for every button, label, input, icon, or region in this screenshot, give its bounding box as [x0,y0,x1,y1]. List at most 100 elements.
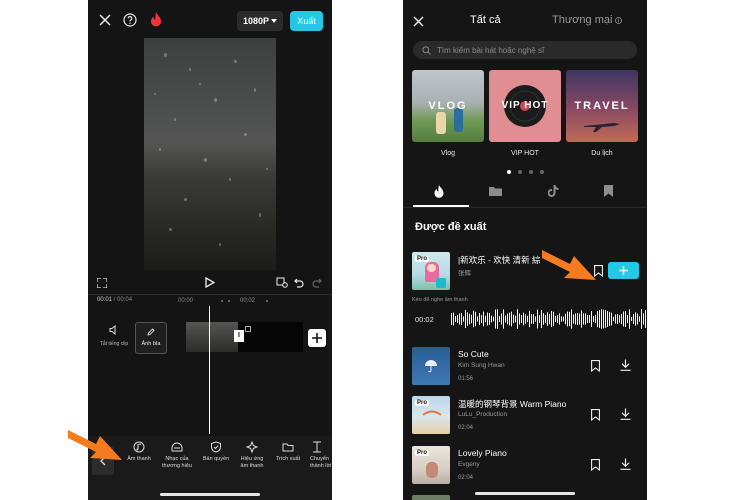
carousel-dot[interactable] [518,170,522,174]
tab-folder[interactable] [489,186,502,196]
waveform-bar [587,314,588,324]
audio-waveform[interactable] [451,305,647,333]
close-icon[interactable] [413,16,424,27]
waveform-bar [599,310,600,328]
waveform-bar [535,316,536,322]
export-button[interactable]: Xuất [290,11,323,31]
search-bar[interactable]: Tìm kiếm bài hát hoặc nghệ sĩ [413,41,637,59]
flame-icon[interactable] [150,12,162,27]
download-button[interactable] [620,359,631,371]
waveform-bar [591,311,592,327]
favorite-button[interactable] [591,360,600,372]
add-to-project-button[interactable] [608,262,639,279]
tool-copyright[interactable]: Bản quyền [201,441,231,463]
mute-clip-button[interactable]: Tắt tiếng clip [100,325,128,347]
list-item[interactable]: Pro Lovely Piano Evgeny 02:04 [412,446,642,484]
waveform-bar [561,316,562,322]
pointer-arrow-icon [66,422,124,464]
category-card-travel[interactable]: TRAVEL [566,70,638,142]
waveform-bar [625,311,626,327]
tab-trending[interactable] [434,185,444,198]
playhead[interactable] [209,306,210,434]
tab-all[interactable]: Tất cả [470,14,501,26]
tool-extract[interactable]: Trích xuất [273,441,303,463]
waveform-bar [641,309,642,329]
song-title: So Cute [458,349,489,359]
music-note-icon [133,441,145,453]
home-indicator [160,493,260,496]
list-item[interactable]: So Cute Kim Sung Hwan 01:56 [412,347,642,385]
waveform-bar [595,314,596,324]
fullscreen-icon[interactable] [97,278,107,288]
video-clip[interactable] [186,322,238,352]
waveform-bar [569,311,570,327]
song-duration: 01:56 [458,376,474,382]
waveform-bar [643,313,644,325]
preview-hint: Kéo để nghe âm thanh [412,297,468,303]
music-library-screen: Tất cả Thương mại Tìm kiếm bài hát hoặc … [403,0,647,500]
keyframe-icon[interactable] [276,277,288,288]
category-card-vip-hot[interactable]: VIP HOT [489,70,561,142]
cover-button[interactable]: Ảnh bìa [135,322,167,354]
waveform-bar [613,316,614,322]
category-title: VIP HOT [501,100,549,111]
waveform-bar [601,309,602,329]
waveform-bar [523,312,524,326]
undo-icon[interactable] [294,278,304,288]
next-song-thumbnail [412,495,450,500]
tool-audio[interactable]: Âm thanh [124,441,154,463]
ruler-dot [266,300,268,302]
help-icon[interactable] [123,13,137,27]
tool-brand-music[interactable]: Nhạc của thương hiệu [162,441,192,469]
tab-commercial[interactable]: Thương mại [552,14,623,26]
bookmark-icon [604,185,613,197]
tool-speech-to-text[interactable]: Chuyển thành lời [305,441,332,469]
carousel-dot-active[interactable] [507,170,511,174]
pro-badge: Pro [415,400,430,406]
waveform-bar [627,314,628,324]
edit-icon [147,328,155,336]
carousel-dot[interactable] [540,170,544,174]
song-title: Lovely Piano [458,448,507,458]
carousel-dot[interactable] [529,170,533,174]
waveform-bar [563,316,564,322]
mute-clip-label: Tắt tiếng clip [99,341,129,347]
download-button[interactable] [620,458,631,470]
category-caption: VIP HOT [511,150,539,157]
play-icon[interactable] [205,277,215,288]
song-thumbnail: Pro [412,446,450,484]
video-preview[interactable] [144,38,276,270]
download-button[interactable] [620,408,631,420]
waveform-bar [645,310,646,328]
airplane-icon [584,123,620,132]
tool-label: Chuyển thành lời [310,456,332,469]
tab-bookmarks[interactable] [604,185,613,197]
category-card-vlog[interactable]: VLOG [412,70,484,142]
add-clip-button[interactable] [308,329,326,347]
waveform-bar [533,314,534,324]
resolution-selector[interactable]: 1080P [237,11,283,31]
list-item[interactable]: Pro 温暖的钢琴背景 Warm Piano LuLu_Production 0… [412,396,642,434]
favorite-button[interactable] [591,409,600,421]
waveform-bar [611,312,612,326]
waveform-bar [471,314,472,324]
sparkle-icon [246,441,258,453]
waveform-bar [559,313,560,325]
waveform-bar [475,311,476,327]
tab-tiktok[interactable] [548,185,559,197]
waveform-bar [629,309,630,329]
song-thumbnail [412,347,450,385]
bookmark-icon [591,459,600,471]
bookmark-icon [591,409,600,421]
redo-icon[interactable] [312,278,322,288]
close-icon[interactable] [99,14,111,26]
list-item[interactable]: Pro |新欢乐 - 欢快 清新 綜 张辉 [412,252,642,290]
divider [88,294,332,295]
transition-badge[interactable]: I [234,330,244,342]
time-current: 00:01 [97,297,113,303]
bookmark-icon [591,360,600,372]
waveform-bar [637,313,638,325]
tool-sound-effects[interactable]: Hiệu ứng âm thanh [237,441,267,469]
waveform-bar [579,313,580,325]
favorite-button[interactable] [591,459,600,471]
